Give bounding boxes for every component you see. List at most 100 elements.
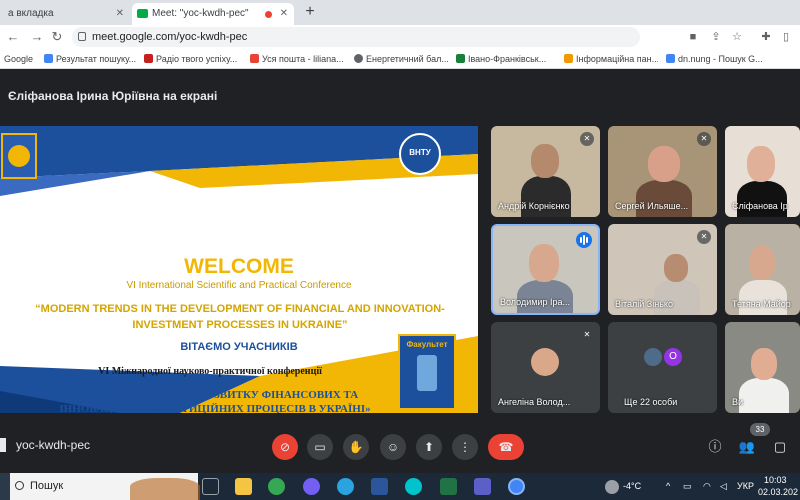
canva-icon[interactable] xyxy=(405,478,422,495)
slide-title-ua: «СУЧАСНІ ТЕНДЕНЦІЇ РОЗВИТКУ ФІНАНСОВИХ Т… xyxy=(59,389,371,413)
wifi-icon[interactable]: ◠ xyxy=(703,481,711,492)
meet-favicon-icon xyxy=(137,9,148,18)
participant-tile[interactable]: Тетяна Майор xyxy=(725,224,800,315)
self-tile[interactable]: Ви xyxy=(725,322,800,413)
participant-name: Єліфанова Ір xyxy=(732,201,788,211)
participant-tile[interactable]: Єліфанова Ір xyxy=(725,126,800,217)
slide-title-en: “MODERN TRENDS IN THE DEVELOPMENT OF FIN… xyxy=(35,303,445,331)
chat-button[interactable]: ▢ xyxy=(770,437,790,457)
slide-subtitle-en: VI International Scientific and Practica… xyxy=(126,280,352,291)
avatar xyxy=(644,348,662,366)
teams-icon[interactable] xyxy=(474,478,491,495)
meeting-code: yoc-kwdh-pec xyxy=(16,438,91,452)
bookmark-item[interactable]: dn.nung - Пошук G... xyxy=(666,52,796,66)
vntu-logo: ВНТУ xyxy=(409,148,431,157)
participant-name: Віталій Зінько xyxy=(615,299,673,309)
raise-hand-button[interactable]: ✋ xyxy=(343,434,369,460)
camera-icon: ▭ xyxy=(314,440,326,454)
more-options-button[interactable]: ⋮ xyxy=(452,434,478,460)
share-icon[interactable]: ⇪ xyxy=(710,31,722,43)
word-icon[interactable] xyxy=(371,478,388,495)
reactions-button[interactable]: ☺ xyxy=(380,434,406,460)
bookmark-star-icon[interactable]: ☆ xyxy=(731,31,743,43)
presenter-label: Єліфанова Ірина Юріївна на екрані xyxy=(8,89,218,103)
camera-icon[interactable]: ■ xyxy=(687,31,699,43)
more-vert-icon: ⋮ xyxy=(459,440,471,454)
viber-icon[interactable] xyxy=(303,478,320,495)
site-icon xyxy=(456,54,465,63)
system-tray-icon[interactable]: ^ xyxy=(666,481,670,491)
presented-slide: ВНТУ WELCOME VI International Scientific… xyxy=(0,126,478,413)
clock-date[interactable]: 02.03.202 xyxy=(758,487,798,497)
meeting-controls: yoc-kwdh-pec ⊘ ▭ ✋ ☺ ⬆ ⋮ ☎ ⓘ 👥 33 ▢ xyxy=(0,420,800,472)
participant-tile[interactable]: ✕ Сергей Ильяше... xyxy=(608,126,717,217)
bookmark-item[interactable]: Інформаційна пан... xyxy=(564,52,658,66)
bookmark-item[interactable]: Результат пошуку... xyxy=(44,52,136,66)
present-button[interactable]: ⬆ xyxy=(416,434,442,460)
leave-call-button[interactable]: ☎ xyxy=(488,434,524,460)
mic-off-icon: ✕ xyxy=(580,328,594,342)
participant-tile[interactable]: ✕ Андрій Корнієнко xyxy=(491,126,600,217)
search-icon xyxy=(15,481,24,490)
bookmark-item[interactable]: Уся пошта - liliana... xyxy=(250,52,346,66)
gmail-icon xyxy=(250,54,259,63)
site-icon xyxy=(564,54,573,63)
speaking-indicator-icon xyxy=(576,232,592,248)
mic-off-icon: ✕ xyxy=(580,132,594,146)
chrome-icon[interactable] xyxy=(268,478,285,495)
participant-tile[interactable]: ✕ Ангеліна Волод... xyxy=(491,322,600,413)
camera-toggle-button[interactable]: ▭ xyxy=(307,434,333,460)
slide-conference-ua: VI Міжнародної науково-практичної конфер… xyxy=(98,366,322,377)
task-view-icon[interactable] xyxy=(202,478,219,495)
chat-icon: ▢ xyxy=(773,439,787,454)
language-indicator[interactable]: УКР xyxy=(737,481,754,491)
faculty-emblem: Факультет xyxy=(398,334,456,410)
extensions-icon[interactable]: ✚ xyxy=(760,31,772,43)
network-icon[interactable]: ▭ xyxy=(683,481,692,492)
forward-icon[interactable]: → xyxy=(30,29,44,45)
slide-welcome: WELCOME xyxy=(184,255,294,278)
tab-new[interactable]: а вкладка ✕ xyxy=(0,3,130,25)
sidebar-icon[interactable]: ▯ xyxy=(780,31,792,43)
participant-tile[interactable]: Володимир Іра... xyxy=(491,224,600,315)
statue-icon xyxy=(417,355,437,391)
info-icon: ⓘ xyxy=(708,439,722,454)
participant-name: Володимир Іра... xyxy=(500,297,570,307)
more-participants-tile[interactable]: O Ще 22 особи xyxy=(608,322,717,413)
meeting-info-button[interactable]: ⓘ xyxy=(705,437,725,457)
browser-tab-strip: а вкладка ✕ Meet: "yoc-kwdh-pec" ✕ + xyxy=(0,0,800,25)
start-button[interactable] xyxy=(0,473,10,500)
bookmarks-bar: Google Результат пошуку... Радіо твого у… xyxy=(0,49,800,69)
bookmark-item[interactable]: Google xyxy=(4,52,38,66)
participant-tile[interactable]: ✕ Віталій Зінько xyxy=(608,224,717,315)
hand-icon: ✋ xyxy=(348,440,364,454)
clock-time[interactable]: 10:03 xyxy=(764,475,787,485)
volume-icon[interactable]: ◁ xyxy=(720,481,727,492)
mic-toggle-button[interactable]: ⊘ xyxy=(272,434,298,460)
url-field[interactable]: meet.google.com/yoc-kwdh-pec xyxy=(72,27,640,47)
bookmark-item[interactable]: Енергетичний бал... xyxy=(354,52,450,66)
excel-icon[interactable] xyxy=(440,478,457,495)
telegram-icon[interactable] xyxy=(337,478,354,495)
mic-off-icon: ⊘ xyxy=(279,440,291,454)
chrome-active-icon[interactable] xyxy=(508,478,525,495)
close-tab-icon[interactable]: ✕ xyxy=(116,3,124,25)
participant-name: Тетяна Майор xyxy=(732,299,791,309)
google-icon xyxy=(666,54,675,63)
bookmark-item[interactable]: Радіо твого успіху... xyxy=(144,52,242,66)
bookmark-item[interactable]: Івано-Франківськ... xyxy=(456,52,556,66)
participant-name: Ангеліна Волод... xyxy=(498,397,571,407)
people-count-badge: 33 xyxy=(750,423,770,436)
radio-icon xyxy=(144,54,153,63)
people-button[interactable]: 👥 xyxy=(737,437,757,457)
avatar: O xyxy=(664,348,682,366)
present-icon: ⬆ xyxy=(423,440,435,454)
tab-meet[interactable]: Meet: "yoc-kwdh-pec" ✕ xyxy=(132,3,294,25)
divider xyxy=(0,438,6,452)
reload-icon[interactable]: ↻ xyxy=(50,29,64,45)
new-tab-button[interactable]: + xyxy=(302,3,318,21)
file-explorer-icon[interactable] xyxy=(235,478,252,495)
address-bar-row: ← → ↻ meet.google.com/yoc-kwdh-pec ■ ⇪ ☆… xyxy=(0,25,800,49)
back-icon[interactable]: ← xyxy=(6,29,20,45)
close-tab-icon[interactable]: ✕ xyxy=(280,3,288,25)
